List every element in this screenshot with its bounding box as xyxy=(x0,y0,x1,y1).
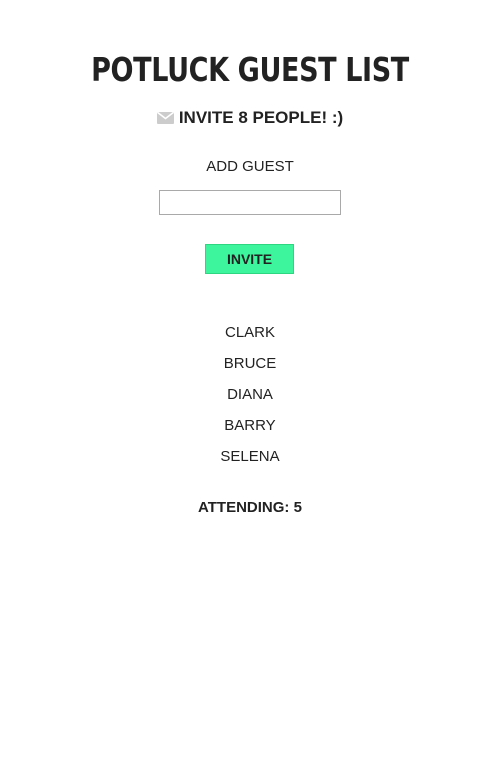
invite-button[interactable]: INVITE xyxy=(205,244,294,274)
invite-goal-text: INVITE 8 PEOPLE! :) xyxy=(178,108,344,127)
guest-item: BRUCE xyxy=(223,355,277,372)
guest-name-input[interactable] xyxy=(159,190,341,215)
guest-item: CLARK xyxy=(224,324,276,341)
guest-list-app: POTLUCK GUEST LIST INVITE 8 PEOPLE! :) A… xyxy=(0,0,500,759)
guest-item: SELENA xyxy=(220,448,280,465)
attending-count: ATTENDING: 5 xyxy=(198,499,302,516)
guest-item: DIANA xyxy=(227,386,273,403)
envelope-icon xyxy=(156,112,174,124)
guest-list: CLARK BRUCE DIANA BARRY SELENA xyxy=(0,322,500,477)
guest-item: BARRY xyxy=(224,417,276,434)
invite-goal-heading: INVITE 8 PEOPLE! :) xyxy=(0,106,500,130)
page-title: POTLUCK GUEST LIST xyxy=(91,50,409,89)
add-guest-label: ADD GUEST xyxy=(206,158,294,175)
